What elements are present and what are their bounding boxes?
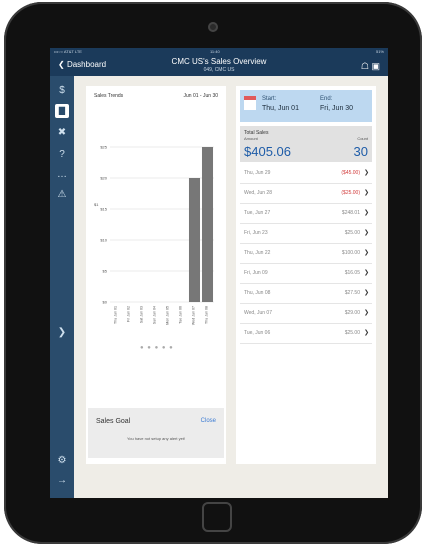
count-label: Count bbox=[357, 136, 368, 141]
screen: •••○○ AT&T LTE 11:40 51% ❮ Dashboard CMC… bbox=[50, 48, 388, 498]
sales-row[interactable]: Wed, Jun 28 ($25.00) ❯ bbox=[240, 184, 372, 204]
sales-row[interactable]: Tue, Jun 27 $248.01 ❯ bbox=[240, 204, 372, 224]
sales-row[interactable]: Fri, Jun 23 $25.00 ❯ bbox=[240, 224, 372, 244]
sales-goal-label: Sales Goal bbox=[96, 418, 131, 425]
x-tick-label: Thu Jun 01 bbox=[114, 306, 118, 324]
chevron-right-icon: ❯ bbox=[363, 270, 369, 276]
alert-icon[interactable]: ⚠ bbox=[55, 188, 69, 202]
tools-icon[interactable]: ✖ bbox=[55, 126, 69, 140]
chevron-right-icon: ❯ bbox=[363, 310, 369, 316]
carrier-text: •••○○ AT&T LTE bbox=[54, 49, 82, 54]
more-icon[interactable]: … bbox=[55, 168, 69, 182]
sales-row-date: Tue, Jun 27 bbox=[244, 210, 271, 216]
chevron-right-icon: ❯ bbox=[363, 230, 369, 236]
chart-title: Sales Trends bbox=[94, 93, 124, 99]
chevron-right-icon: ❯ bbox=[363, 290, 369, 296]
collapse-sidebar-icon[interactable]: ❯ bbox=[55, 326, 69, 340]
bar bbox=[201, 147, 214, 302]
x-tick-label: Tue Jun 06 bbox=[179, 306, 183, 324]
x-tick-label: Sat Jun 03 bbox=[140, 306, 144, 323]
page-title: CMC US's Sales Overview bbox=[171, 57, 267, 66]
sales-row-value: $16.05 bbox=[344, 270, 360, 276]
clock-text: 11:40 bbox=[210, 49, 220, 54]
y-tick-label: $0 bbox=[103, 300, 108, 305]
y-tick-label: $15 bbox=[100, 207, 107, 212]
x-tick-label: Thu Jun 08 bbox=[205, 306, 209, 324]
sales-row-date: Wed, Jun 28 bbox=[244, 190, 272, 196]
sales-row-value: $27.50 bbox=[344, 290, 360, 296]
nav-bar: ❮ Dashboard CMC US's Sales Overview 049,… bbox=[50, 56, 388, 76]
date-range-selector[interactable]: Start: Thu, Jun 01 End: Fri, Jun 30 bbox=[240, 90, 372, 122]
x-tick-label: Fri Jun 02 bbox=[127, 306, 131, 322]
sales-row-value: ($45.00) bbox=[341, 170, 360, 176]
sales-row-value: $100.00 bbox=[341, 250, 360, 256]
start-label: Start: bbox=[262, 96, 277, 102]
end-label: End: bbox=[320, 96, 333, 102]
sales-list: Thu, Jun 29 ($45.00) ❯ Wed, Jun 28 ($25.00) ❯… bbox=[240, 164, 372, 344]
sales-row-value: $248.01 bbox=[341, 210, 360, 216]
network-icon[interactable]: ☖ bbox=[361, 61, 369, 71]
chevron-right-icon: ❯ bbox=[363, 170, 369, 176]
x-tick-label: Wed Jun 07 bbox=[192, 306, 196, 325]
sales-goal-message: You have not setup any alert yet! bbox=[126, 436, 186, 441]
sales-row-date: Fri, Jun 23 bbox=[244, 230, 268, 236]
export-icon[interactable]: ▣ bbox=[371, 61, 380, 71]
chevron-right-icon: ❯ bbox=[363, 210, 369, 216]
dollar-icon[interactable]: $ bbox=[55, 84, 69, 98]
total-sales-summary: Total Sales Amount Count $405.06 30 bbox=[240, 126, 372, 162]
sales-trend-chart: $1 $0 $5 $10 $15 $20 $25 Thu Jun 01 Fri Jun 02 Sa… bbox=[94, 145, 214, 325]
sales-goal-card: Sales Goal Close You have not setup any … bbox=[88, 408, 224, 458]
sales-row[interactable]: Thu, Jun 08 $27.50 ❯ bbox=[240, 284, 372, 304]
chevron-right-icon: ❯ bbox=[363, 330, 369, 336]
y-tick-label: $20 bbox=[100, 176, 107, 181]
sales-row-date: Thu, Jun 22 bbox=[244, 250, 271, 256]
chevron-right-icon: ❯ bbox=[363, 190, 369, 196]
page-dots[interactable]: ● ● ● ● ● bbox=[140, 345, 174, 351]
x-tick-label: Sun Jun 04 bbox=[153, 306, 157, 324]
sidebar: $ ▇ ✖ ? … ⚠ ❯ ⚙ → bbox=[50, 76, 74, 498]
sales-row[interactable]: Tue, Jun 06 $25.00 ❯ bbox=[240, 324, 372, 344]
sales-row[interactable]: Thu, Jun 22 $100.00 ❯ bbox=[240, 244, 372, 264]
battery-text: 51% bbox=[375, 49, 384, 54]
sales-row-date: Tue, Jun 06 bbox=[244, 330, 271, 336]
total-amount: $405.06 bbox=[244, 144, 291, 159]
end-value: Fri, Jun 30 bbox=[320, 105, 354, 112]
sales-row-value: ($25.00) bbox=[341, 190, 360, 196]
y-tick-label: $25 bbox=[100, 145, 107, 150]
bar bbox=[188, 178, 201, 302]
chart-range: Jun 01 - Jun 30 bbox=[183, 93, 218, 99]
y-tick-label: $10 bbox=[100, 238, 107, 243]
sales-row[interactable]: Fri, Jun 09 $16.05 ❯ bbox=[240, 264, 372, 284]
page-subtitle: 049, CMC US bbox=[203, 67, 235, 73]
sales-row[interactable]: Wed, Jun 07 $29.00 ❯ bbox=[240, 304, 372, 324]
start-value: Thu, Jun 01 bbox=[262, 105, 299, 112]
calendar-icon bbox=[244, 96, 256, 110]
close-button[interactable]: Close bbox=[201, 418, 216, 424]
sales-row-date: Wed, Jun 07 bbox=[244, 310, 272, 316]
camera bbox=[208, 22, 218, 32]
sales-row[interactable]: Thu, Jun 29 ($45.00) ❯ bbox=[240, 164, 372, 184]
sales-row-value: $29.00 bbox=[344, 310, 360, 316]
chevron-right-icon: ❯ bbox=[363, 250, 369, 256]
x-tick-label: Mon Jun 05 bbox=[166, 306, 170, 325]
home-button[interactable] bbox=[202, 502, 232, 532]
settings-icon[interactable]: ⚙ bbox=[55, 454, 69, 468]
y-axis-label: $1 bbox=[94, 202, 99, 207]
sales-row-date: Fri, Jun 09 bbox=[244, 270, 268, 276]
y-tick-label: $5 bbox=[103, 269, 108, 274]
chart-icon[interactable]: ▇ bbox=[55, 104, 69, 118]
tablet-frame: •••○○ AT&T LTE 11:40 51% ❮ Dashboard CMC… bbox=[4, 2, 422, 544]
sales-row-value: $25.00 bbox=[344, 230, 360, 236]
total-count: 30 bbox=[353, 144, 368, 159]
help-icon[interactable]: ? bbox=[55, 148, 69, 162]
amount-label: Amount bbox=[244, 136, 258, 141]
sales-row-value: $25.00 bbox=[344, 330, 360, 336]
sales-row-date: Thu, Jun 08 bbox=[244, 290, 271, 296]
status-bar: •••○○ AT&T LTE 11:40 51% bbox=[50, 48, 388, 56]
sales-row-date: Thu, Jun 29 bbox=[244, 170, 271, 176]
logout-icon[interactable]: → bbox=[55, 474, 69, 488]
